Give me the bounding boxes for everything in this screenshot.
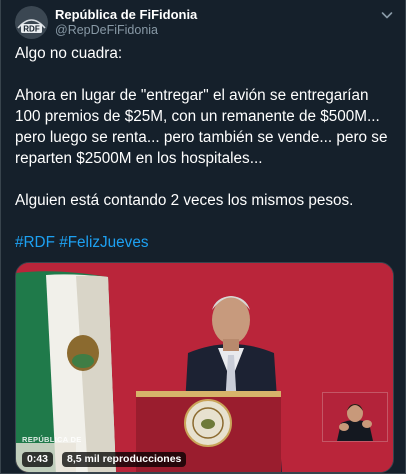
hashtags: #RDF #FelizJueves [15,232,395,253]
sign-language-inset [322,392,388,442]
video-view-count: 8,5 mil reproducciones [62,452,187,467]
avatar-logo-icon: RDF [15,6,48,39]
video-player[interactable]: REPÚBLICA DE 0:43 8,5 mil reproducciones [15,262,394,473]
tweet-line-1: Algo no cuadra: [15,45,123,62]
tweet-paragraph-2: Ahora en lugar de "entregar" el avión se… [15,87,388,167]
tweet-paragraph-3: Alguien está contando 2 veces los mismos… [15,192,354,209]
avatar-text: RDF [23,25,40,34]
tweet-text: Algo no cuadra: Ahora en lugar de "entre… [15,43,395,253]
hashtag-link[interactable]: #RDF [15,234,55,251]
tweet-card[interactable]: RDF República de FiFidonia @RepDeFiFidon… [0,0,406,474]
avatar[interactable]: RDF [15,6,48,39]
tweet-header: RDF República de FiFidonia @RepDeFiFidon… [15,6,395,42]
author-name[interactable]: República de FiFidonia [55,7,197,22]
hashtag-link[interactable]: #FelizJueves [59,234,148,251]
author-handle[interactable]: @RepDeFiFidonia [55,23,158,37]
channel-watermark: REPÚBLICA DE [22,435,82,444]
video-duration: 0:43 [22,452,54,467]
chevron-down-icon[interactable] [379,7,395,23]
